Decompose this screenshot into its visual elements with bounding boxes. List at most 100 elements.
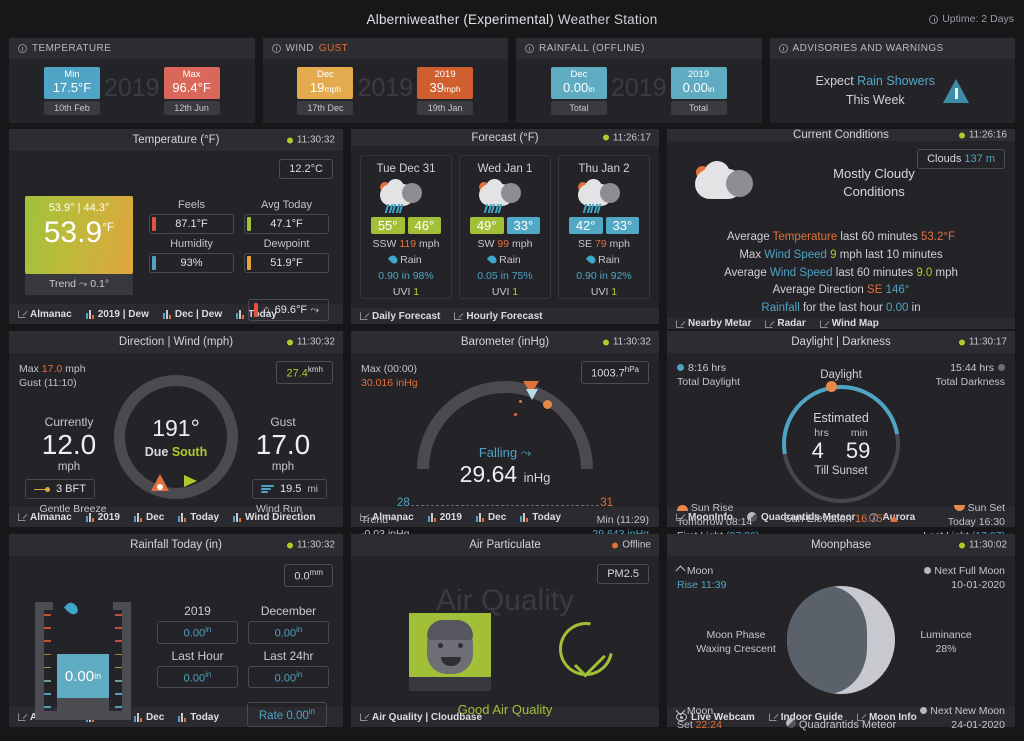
conditions-detail-lines: Average Temperature last 60 minutes 53.2… bbox=[667, 229, 1015, 318]
forecast-wind-dir: SSW bbox=[372, 238, 397, 251]
panel-header: Daylight | Darkness 11:30:17 bbox=[667, 331, 1015, 353]
footer-link-dec[interactable]: Dec bbox=[133, 512, 164, 523]
panel-body: Clouds 137 m Mostly Cloudy Conditions Av… bbox=[667, 141, 1015, 318]
external-link-icon bbox=[18, 310, 26, 318]
footer-link-radar[interactable]: Radar bbox=[765, 318, 806, 330]
info-icon bbox=[525, 44, 534, 53]
footer-link-label: 2019 bbox=[439, 511, 462, 523]
panel-wind-direction: Direction | Wind (mph) 11:30:32 27.4kmh … bbox=[9, 331, 343, 527]
panel-header: Direction | Wind (mph) 11:30:32 bbox=[9, 331, 343, 353]
forecast-wind-dir: SW bbox=[477, 238, 495, 251]
beaufort-pill[interactable]: 3 BFT bbox=[25, 479, 95, 499]
external-link-icon bbox=[18, 513, 26, 521]
beaufort-caption: Gentle Breeze bbox=[39, 503, 107, 515]
forecast-day-card[interactable]: Wed Jan 1 49° 33° SW 99 mph Rain 0.05 in… bbox=[459, 155, 551, 300]
check-circle-icon bbox=[548, 611, 624, 687]
panel-title: Daylight | Darkness bbox=[791, 336, 891, 348]
sunset-label: Sun Set bbox=[967, 502, 1005, 514]
forecast-uvi-value: 1 bbox=[512, 286, 519, 299]
air-quality-ghost-text: Air Quality bbox=[435, 584, 575, 617]
next-full-moon-block: Next Full Moon 10-01-2020 bbox=[924, 564, 1005, 592]
rainfall-mm-unit: mm bbox=[309, 568, 323, 577]
footer-link-label: Hourly Forecast bbox=[466, 310, 543, 322]
rain-gauge-unit: in bbox=[94, 671, 102, 681]
wind-cardinal: Due South bbox=[144, 445, 208, 459]
temperature-celsius-pill[interactable]: 12.2°C bbox=[279, 159, 333, 179]
footer-link-2019[interactable]: 2019 bbox=[427, 511, 462, 523]
moon-phase-label: Moon Phase bbox=[706, 629, 766, 641]
footer-link-dec[interactable]: Dec bbox=[133, 712, 164, 723]
forecast-condition-label: Rain bbox=[499, 254, 521, 267]
forecast-uvi: UVI 1 bbox=[361, 286, 451, 298]
stat-value: 51.9°F bbox=[244, 253, 329, 273]
summary-min-chip: Dec 19mph bbox=[297, 66, 354, 100]
conditions-detail-line: Average Wind Speed last 60 minutes 9.0 m… bbox=[724, 266, 958, 279]
stat-humidity: Humidity 93% bbox=[149, 238, 234, 273]
footer-link-today[interactable]: Today bbox=[178, 512, 219, 523]
forecast-precip-unit: in bbox=[599, 270, 608, 283]
footer-link-nearby-metar[interactable]: Nearby Metar bbox=[676, 318, 751, 329]
stat-dewpoint: Dewpoint 51.9°F bbox=[244, 238, 329, 273]
forecast-high: 55° bbox=[370, 217, 405, 235]
forecast-day-card[interactable]: Thu Jan 2 42° 33° SE 79 mph Rain 0.90 in… bbox=[558, 155, 650, 300]
chip-value: 39mph bbox=[417, 80, 473, 96]
footer-link-label: Radar bbox=[777, 318, 806, 330]
forecast-precip-unit: in bbox=[401, 270, 410, 283]
footer-link-today[interactable]: Today bbox=[178, 712, 219, 723]
cloudbase-pill[interactable]: Clouds 137 m bbox=[917, 149, 1005, 169]
forecast-day-card[interactable]: Tue Dec 31 55° 46° SSW 119 mph Rain 0.90… bbox=[360, 155, 452, 300]
barometer-hpa-value: 1003.7 bbox=[591, 367, 625, 380]
rainfall-mm-pill[interactable]: 0.0mm bbox=[284, 564, 333, 587]
external-link-icon bbox=[18, 713, 26, 721]
footer-link-wind-map[interactable]: Wind Map bbox=[819, 318, 879, 329]
rainfall-stat-last-24hr: Last 24hr 0.00in bbox=[248, 649, 329, 689]
next-full-moon-title: Next Full Moon bbox=[924, 564, 1005, 578]
external-link-icon bbox=[360, 713, 368, 721]
status-dot-icon bbox=[602, 134, 609, 141]
pm25-pill[interactable]: PM2.5 bbox=[597, 564, 649, 584]
moon-dot-icon bbox=[920, 707, 928, 714]
barometer-min-label: Min (11:29) bbox=[596, 514, 649, 526]
temperature-current-tile: 53.9° | 44.3° 53.9°F bbox=[25, 196, 133, 274]
forecast-low: 33° bbox=[506, 217, 541, 235]
stat-value: 0.00in bbox=[248, 665, 329, 689]
chip-label: 2019 bbox=[434, 68, 456, 80]
footer-link-2019-dew[interactable]: 2019 | Dew bbox=[85, 308, 149, 320]
forecast-precip-unit: in bbox=[500, 270, 509, 283]
forecast-day-label: Wed Jan 1 bbox=[477, 163, 533, 176]
footer-link-almanac[interactable]: Almanac bbox=[18, 309, 72, 320]
forecast-uvi: UVI 1 bbox=[460, 286, 550, 298]
footer-link-hourly-forecast[interactable]: Hourly Forecast bbox=[454, 310, 543, 322]
panel-current-conditions: Current Conditions 11:26:16 Clouds 137 m… bbox=[667, 129, 1015, 330]
chip-unit: mph bbox=[444, 83, 461, 94]
wind-gust-time: Gust (11:10) bbox=[19, 377, 77, 390]
wind-run-pill[interactable]: 19.5 mi bbox=[252, 479, 327, 499]
footer-link-today[interactable]: Today bbox=[520, 512, 561, 523]
panel-row-2: Direction | Wind (mph) 11:30:32 27.4kmh … bbox=[9, 331, 1015, 542]
rain-gauge-number: 0.00 bbox=[64, 667, 95, 685]
forecast-precip-amount: 0.05 bbox=[477, 270, 498, 283]
wind-lines-icon bbox=[261, 485, 275, 493]
sunrise-icon bbox=[677, 505, 688, 511]
rainfall-rate-pill[interactable]: Rate 0.00in bbox=[246, 702, 327, 727]
indoor-temperature-pill[interactable]: ⌂ 69.6°F ⤳ bbox=[247, 299, 329, 321]
status-dot-icon bbox=[958, 132, 965, 138]
forecast-wind-unit: mph bbox=[512, 238, 533, 251]
wind-kmh-pill[interactable]: 27.4kmh bbox=[276, 361, 333, 384]
footer-link-dec-dew[interactable]: Dec | Dew bbox=[162, 309, 222, 320]
eye-icon bbox=[676, 713, 687, 721]
stat-value: 0.00in bbox=[248, 621, 329, 644]
rain-gauge-ticks-right bbox=[114, 614, 122, 708]
forecast-wind-unit: mph bbox=[609, 238, 630, 251]
next-full-moon-date: 10-01-2020 bbox=[951, 579, 1005, 592]
footer-link-label: 2019 | Dew bbox=[97, 308, 149, 320]
summary-row: TEMPERATURE Min 17.5°F 10th Feb 2019 Max… bbox=[0, 38, 1024, 123]
footer-link-dec[interactable]: Dec bbox=[475, 512, 506, 523]
forecast-cards: Tue Dec 31 55° 46° SSW 119 mph Rain 0.90… bbox=[351, 146, 659, 308]
footer-link-daily-forecast[interactable]: Daily Forecast bbox=[360, 311, 440, 322]
warning-triangle-icon bbox=[943, 79, 969, 103]
panel-footer: Daily Forecast Hourly Forecast bbox=[351, 308, 659, 324]
panel-row-1: Temperature (°F) 11:30:32 12.2°C 53.9° |… bbox=[9, 129, 1015, 330]
summary-card-header: RAINFALL (OFFLINE) bbox=[516, 38, 762, 59]
panel-title: Moonphase bbox=[810, 539, 872, 551]
